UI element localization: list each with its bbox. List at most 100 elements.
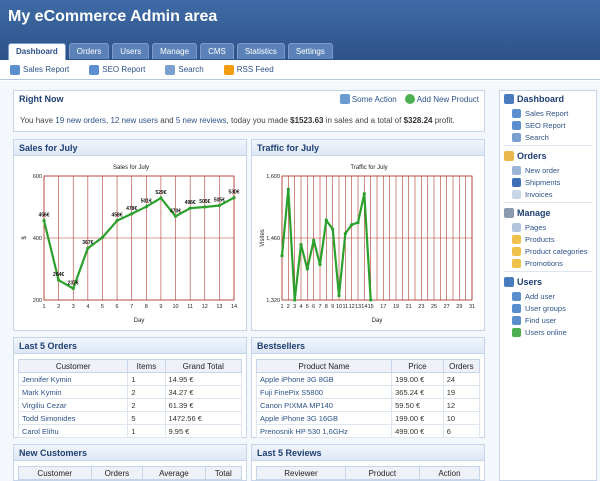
table-cell[interactable]: Jennifer Kymin xyxy=(17,372,129,386)
add-new-product-link[interactable]: Add New Product xyxy=(404,94,479,104)
sidebar-item-seo-report[interactable]: SEO Report xyxy=(500,119,596,131)
table-row[interactable]: Jennifer Kymin 1 14.95 € xyxy=(17,372,243,386)
y-tick-label: 200 xyxy=(33,298,42,304)
sidebar-item-add-user[interactable]: Add user xyxy=(500,290,596,302)
panel-title: New Customers xyxy=(14,445,246,461)
sidebar-item-user-groups[interactable]: User groups xyxy=(500,302,596,314)
new-order-icon xyxy=(512,165,521,175)
sidebar-item-label: New order xyxy=(525,165,560,175)
bestsellers-table: Product Name Price Orders Apple iPhone 3G 8… xyxy=(255,359,481,438)
sidebar-item-label: Shipments xyxy=(525,177,561,187)
table-cell: 1472.56 € xyxy=(164,411,243,425)
last-orders-panel: Last 5 Orders Customer Items Grand Total Je… xyxy=(13,337,247,438)
table-cell[interactable]: Virgiliu Cezar xyxy=(17,398,129,412)
x-axis-label: Day xyxy=(372,318,383,324)
table-cell[interactable]: Prenosnik HP 530 1,6GHz xyxy=(255,424,393,438)
sidebar-section-manage[interactable]: Manage xyxy=(500,205,596,221)
subnav-seo-report[interactable]: SEO Report xyxy=(89,64,145,75)
sidebar-section-label: Dashboard xyxy=(517,94,565,104)
sidebar-item-invoices[interactable]: Invoices xyxy=(500,188,596,200)
sidebar-item-label: User groups xyxy=(525,303,566,313)
tab-orders[interactable]: Orders xyxy=(68,43,110,59)
x-tick-label: 13 xyxy=(355,304,361,310)
x-tick-label: 14 xyxy=(231,304,237,310)
report-icon xyxy=(10,64,20,75)
subnav-label: RSS Feed xyxy=(236,65,274,74)
table-cell: 12 xyxy=(442,398,481,412)
sidebar-item-product-categories[interactable]: Product categories xyxy=(500,245,596,257)
right-now-summary: You have 19 new orders, 12 new users and… xyxy=(20,116,455,125)
sidebar-item-users-online[interactable]: Users online xyxy=(500,326,596,338)
sidebar-item-find-user[interactable]: Find user xyxy=(500,314,596,326)
data-point xyxy=(188,206,192,210)
subnav-search[interactable]: Search xyxy=(165,64,204,75)
table-cell[interactable]: Todd Simonides xyxy=(17,411,129,425)
table-row[interactable]: Apple iPhone 3G 16GB 199.00 €10 xyxy=(255,411,481,425)
tab-dashboard[interactable]: Dashboard xyxy=(8,43,66,60)
table-row[interactable]: Todd Simonides 5 1472.56 € xyxy=(17,411,243,425)
table-cell: 365.24 € xyxy=(391,385,444,399)
table-cell[interactable]: Mark Kymin xyxy=(17,385,129,399)
report-icon xyxy=(512,120,521,130)
sidebar-item-new-order[interactable]: New order xyxy=(500,164,596,176)
column-header: Items xyxy=(127,359,166,373)
tab-manage[interactable]: Manage xyxy=(152,43,198,59)
x-tick-label: 29 xyxy=(456,304,462,310)
sidebar-item-promotions[interactable]: Promotions xyxy=(500,257,596,269)
table-cell[interactable]: Apple iPhone 3G 8GB xyxy=(255,372,393,386)
x-tick-label: 1 xyxy=(42,304,45,310)
new-users-link[interactable]: 12 new users xyxy=(110,116,158,125)
table-row[interactable]: Fuji FinePix S5800 365.24 €19 xyxy=(255,385,481,399)
sidebar-item-label: Add user xyxy=(525,291,556,301)
new-reviews-link[interactable]: 5 new reviews xyxy=(176,116,227,125)
table-row[interactable]: Carol Elihu 1 9.95 € xyxy=(17,424,243,438)
x-tick-label: 27 xyxy=(444,304,450,310)
divider xyxy=(504,202,592,203)
table-header-row: Customer Orders Average Total xyxy=(18,466,243,480)
online-icon xyxy=(512,327,521,337)
sidebar-section-orders[interactable]: Orders xyxy=(500,148,596,164)
last-reviews-table: Reviewer Product Action xyxy=(256,466,481,480)
tab-settings[interactable]: Settings xyxy=(287,43,333,59)
table-row[interactable]: Mark Kymin 2 34.27 € xyxy=(17,385,243,399)
new-orders-link[interactable]: 19 new orders xyxy=(55,116,106,125)
folder-icon xyxy=(512,258,521,268)
invoice-icon xyxy=(512,189,521,199)
data-point xyxy=(312,238,316,242)
panel-title: Last 5 Reviews xyxy=(252,445,484,461)
sidebar-item-shipments[interactable]: Shipments xyxy=(500,176,596,188)
tab-statistics[interactable]: Statistics xyxy=(236,43,285,59)
x-tick-label: 10 xyxy=(336,304,342,310)
summary-text: in sales and a total of xyxy=(323,116,404,125)
sidebar-item-search[interactable]: Search xyxy=(500,131,596,143)
rss-icon xyxy=(223,64,234,75)
data-point xyxy=(324,218,328,222)
sidebar-item-sales-report[interactable]: Sales Report xyxy=(500,107,596,119)
y-tick-label: 1,460 xyxy=(266,236,280,242)
sidebar-section-users[interactable]: Users xyxy=(500,274,596,290)
x-tick-label: 2 xyxy=(57,304,60,310)
table-row[interactable]: Prenosnik HP 530 1,6GHz 499.00 €6 xyxy=(255,424,481,438)
sidebar-item-pages[interactable]: Pages xyxy=(500,221,596,233)
profit-amount: $328.24 xyxy=(403,116,433,125)
y-tick-label: 1,320 xyxy=(266,298,280,304)
sidebar-section-dashboard[interactable]: Dashboard xyxy=(500,91,596,107)
divider xyxy=(504,145,592,146)
table-cell: 10 xyxy=(442,411,481,425)
table-cell: 1 xyxy=(127,424,166,438)
subnav-rss-feed[interactable]: RSS Feed xyxy=(223,64,274,75)
tab-users[interactable]: Users xyxy=(112,43,150,59)
table-row[interactable]: Canon PIXMA MP140 59.50 €12 xyxy=(255,398,481,412)
some-action-link[interactable]: Some Action xyxy=(339,94,397,104)
gear-icon xyxy=(504,208,514,218)
table-row[interactable]: Virgiliu Cezar 2 61.39 € xyxy=(17,398,243,412)
table-cell[interactable]: Fuji FinePix S5800 xyxy=(255,385,393,399)
table-cell[interactable]: Carol Elihu xyxy=(17,424,129,438)
sidebar-item-products[interactable]: Products xyxy=(500,233,596,245)
table-cell[interactable]: Apple iPhone 3G 16GB xyxy=(255,411,393,425)
subnav-sales-report[interactable]: Sales Report xyxy=(10,64,69,75)
tab-cms[interactable]: CMS xyxy=(200,43,234,59)
table-cell[interactable]: Canon PIXMA MP140 xyxy=(255,398,393,412)
column-header: Orders xyxy=(442,359,481,373)
table-row[interactable]: Apple iPhone 3G 8GB 199.00 €24 xyxy=(255,372,481,386)
